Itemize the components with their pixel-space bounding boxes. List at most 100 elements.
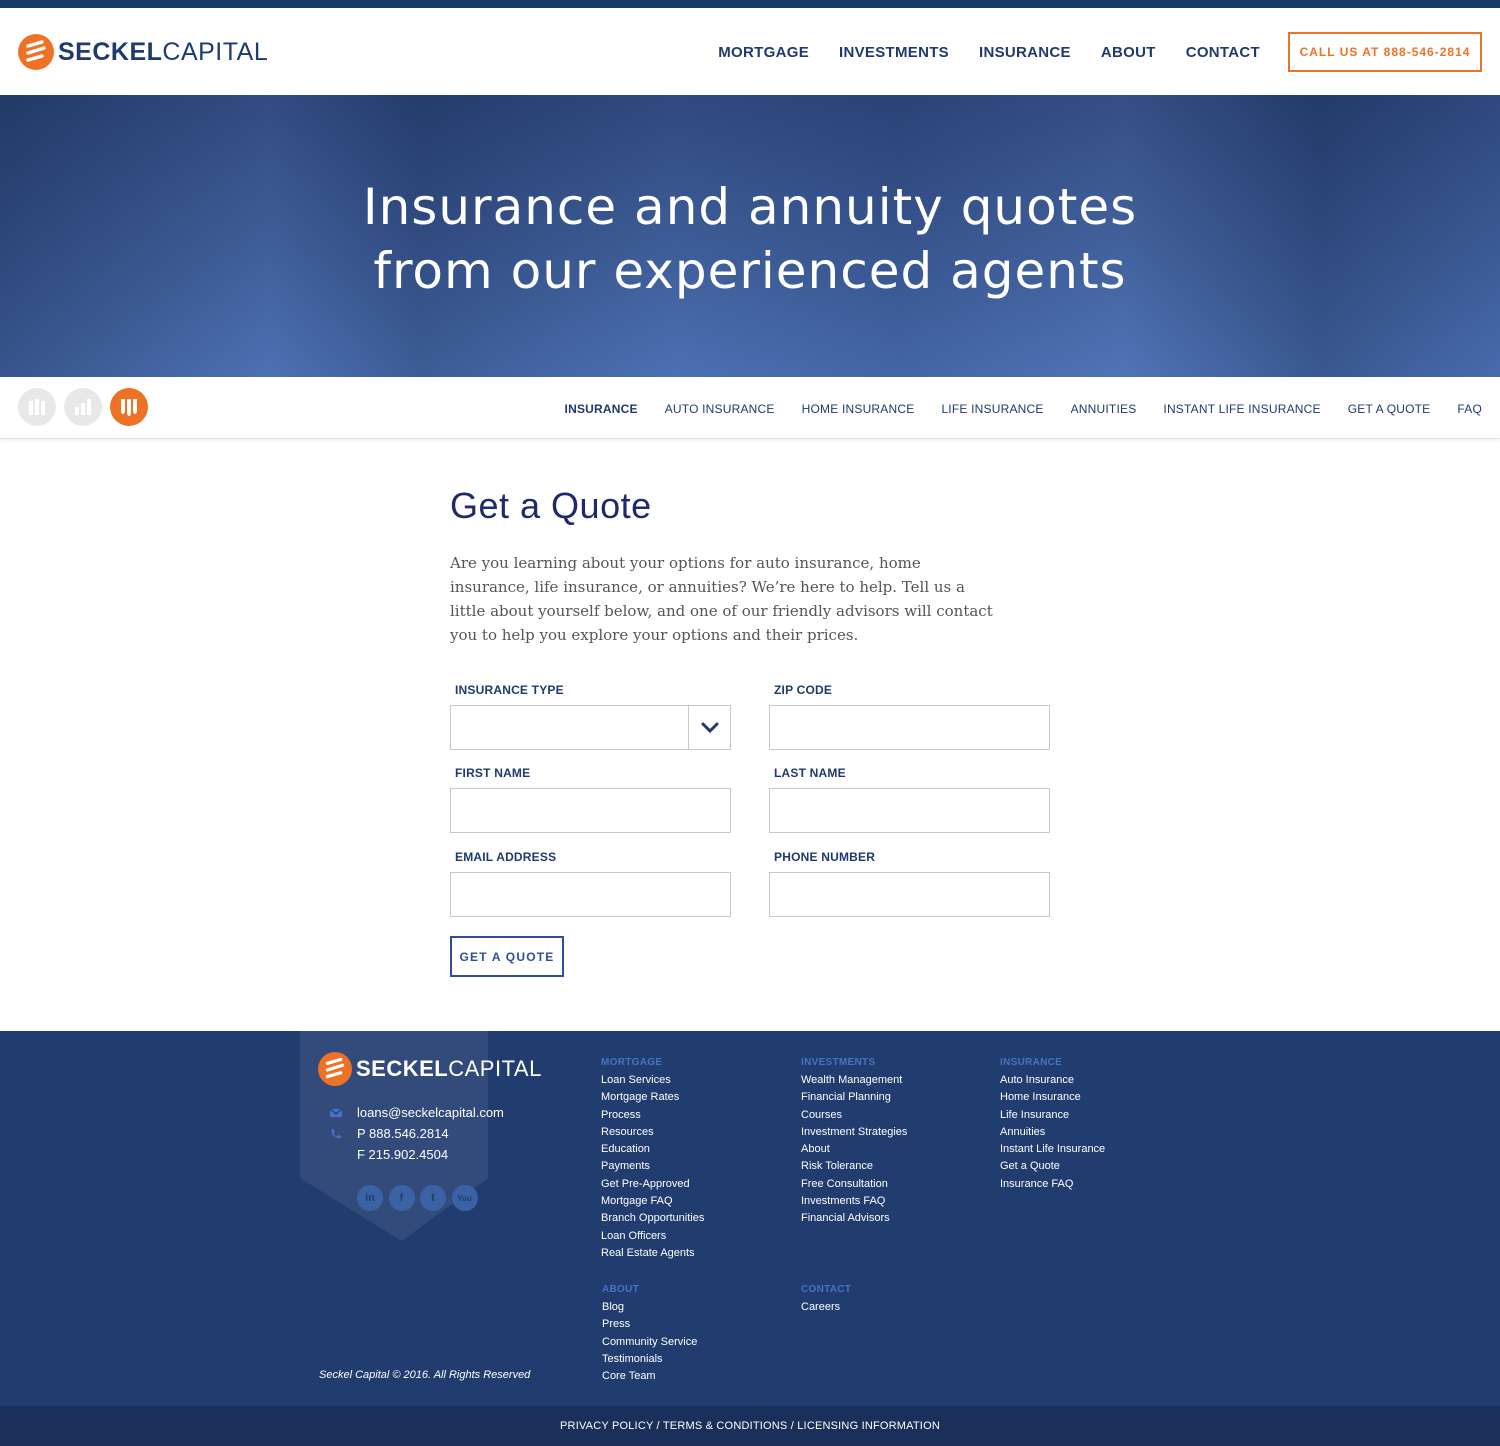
zip-code-input[interactable] bbox=[769, 705, 1050, 750]
footer-link[interactable]: Get a Quote bbox=[1000, 1158, 1105, 1175]
footer-link[interactable]: Careers bbox=[801, 1299, 851, 1316]
footer-col-about: ABOUT Blog Press Community Service Testi… bbox=[602, 1284, 697, 1385]
hero-headline: Insurance and annuity quotes from our exp… bbox=[362, 178, 1138, 300]
footer-link[interactable]: Home Insurance bbox=[1000, 1089, 1105, 1106]
footer-fax: F 215.902.4504 bbox=[357, 1147, 449, 1162]
logo-mark-icon bbox=[318, 1052, 352, 1086]
social-links: in f t You bbox=[357, 1185, 483, 1211]
footer-heading-about[interactable]: ABOUT bbox=[602, 1284, 697, 1295]
zip-code-label: ZIP CODE bbox=[774, 683, 833, 697]
footer-heading-investments[interactable]: INVESTMENTS bbox=[801, 1057, 907, 1068]
footer-link[interactable]: Courses bbox=[801, 1107, 907, 1124]
nav-investments[interactable]: INVESTMENTS bbox=[839, 44, 949, 61]
insurance-icon[interactable] bbox=[110, 388, 148, 426]
footer-link[interactable]: Financial Advisors bbox=[801, 1210, 907, 1227]
subnav-auto-insurance[interactable]: AUTO INSURANCE bbox=[665, 402, 775, 416]
footer-link[interactable]: Core Team bbox=[602, 1368, 697, 1385]
subnav-life-insurance[interactable]: LIFE INSURANCE bbox=[941, 402, 1043, 416]
phone-input[interactable] bbox=[769, 872, 1050, 917]
footer-email[interactable]: loans@seckelcapital.com bbox=[357, 1105, 504, 1120]
footer-link[interactable]: Annuities bbox=[1000, 1124, 1105, 1141]
subnav-get-a-quote[interactable]: GET A QUOTE bbox=[1348, 402, 1431, 416]
section-subnav: INSURANCE AUTO INSURANCE HOME INSURANCE … bbox=[0, 377, 1500, 439]
investments-icon[interactable] bbox=[64, 388, 102, 426]
footer-link[interactable]: Free Consultation bbox=[801, 1176, 907, 1193]
page-title: Get a Quote bbox=[450, 485, 652, 526]
main-content: Get a Quote Are you learning about your … bbox=[450, 485, 1050, 647]
nav-insurance[interactable]: INSURANCE bbox=[979, 44, 1071, 61]
footer-link[interactable]: About bbox=[801, 1141, 907, 1158]
footer-heading-contact[interactable]: CONTACT bbox=[801, 1284, 851, 1295]
get-quote-button[interactable]: GET A QUOTE bbox=[450, 936, 564, 977]
footer-link[interactable]: Real Estate Agents bbox=[601, 1245, 704, 1262]
footer-link[interactable]: Mortgage FAQ bbox=[601, 1193, 704, 1210]
nav-about[interactable]: ABOUT bbox=[1101, 44, 1156, 61]
twitter-icon[interactable]: t bbox=[420, 1185, 446, 1211]
footer-link[interactable]: Press bbox=[602, 1316, 697, 1333]
footer-link[interactable]: Resources bbox=[601, 1124, 704, 1141]
footer-col-investments: INVESTMENTS Wealth Management Financial … bbox=[801, 1057, 907, 1228]
footer-link[interactable]: Insurance FAQ bbox=[1000, 1176, 1105, 1193]
footer-col-insurance: INSURANCE Auto Insurance Home Insurance … bbox=[1000, 1057, 1105, 1193]
footer-link[interactable]: Risk Tolerance bbox=[801, 1158, 907, 1175]
subnav-insurance[interactable]: INSURANCE bbox=[565, 402, 638, 416]
hero-banner: Insurance and annuity quotes from our exp… bbox=[0, 95, 1500, 377]
mortgage-icon[interactable] bbox=[18, 388, 56, 426]
nav-contact[interactable]: CONTACT bbox=[1186, 44, 1260, 61]
footer-link[interactable]: Instant Life Insurance bbox=[1000, 1141, 1105, 1158]
footer-link[interactable]: Payments bbox=[601, 1158, 704, 1175]
subnav-menu: INSURANCE AUTO INSURANCE HOME INSURANCE … bbox=[538, 402, 1482, 416]
mail-icon bbox=[330, 1108, 342, 1117]
footer-link[interactable]: Wealth Management bbox=[801, 1072, 907, 1089]
email-label: EMAIL ADDRESS bbox=[455, 850, 557, 864]
last-name-label: LAST NAME bbox=[774, 766, 846, 780]
subnav-home-insurance[interactable]: HOME INSURANCE bbox=[802, 402, 915, 416]
subnav-instant-life-insurance[interactable]: INSTANT LIFE INSURANCE bbox=[1163, 402, 1320, 416]
site-logo[interactable]: SECKELCAPITAL bbox=[18, 34, 268, 70]
footer-link[interactable]: Auto Insurance bbox=[1000, 1072, 1105, 1089]
subnav-annuities[interactable]: ANNUITIES bbox=[1071, 402, 1137, 416]
footer-wordmark: SECKELCAPITAL bbox=[356, 1056, 542, 1081]
linkedin-icon[interactable]: in bbox=[357, 1185, 383, 1211]
phone-label: PHONE NUMBER bbox=[774, 850, 876, 864]
footer-phone[interactable]: P 888.546.2814 bbox=[357, 1126, 449, 1141]
footer-col-contact: CONTACT Careers bbox=[801, 1284, 851, 1316]
footer-link[interactable]: Life Insurance bbox=[1000, 1107, 1105, 1124]
insurance-type-label: INSURANCE TYPE bbox=[455, 683, 564, 697]
footer-link[interactable]: Get Pre-Approved bbox=[601, 1176, 704, 1193]
legal-links-bar[interactable]: PRIVACY POLICY / TERMS & CONDITIONS / LI… bbox=[0, 1406, 1500, 1446]
nav-mortgage[interactable]: MORTGAGE bbox=[718, 44, 809, 61]
footer-link[interactable]: Testimonials bbox=[602, 1351, 697, 1368]
chevron-down-icon[interactable] bbox=[688, 706, 730, 749]
footer-link[interactable]: Loan Officers bbox=[601, 1228, 704, 1245]
footer-link[interactable]: Branch Opportunities bbox=[601, 1210, 704, 1227]
copyright-text: Seckel Capital © 2016. All Rights Reserv… bbox=[319, 1369, 531, 1381]
call-us-button[interactable]: CALL US AT 888-546-2814 bbox=[1288, 32, 1482, 72]
youtube-icon[interactable]: You bbox=[451, 1185, 478, 1211]
footer-link[interactable]: Mortgage Rates bbox=[601, 1089, 704, 1106]
footer-link[interactable]: Loan Services bbox=[601, 1072, 704, 1089]
last-name-input[interactable] bbox=[769, 788, 1050, 833]
footer-link[interactable]: Financial Planning bbox=[801, 1089, 907, 1106]
footer-link[interactable]: Blog bbox=[602, 1299, 697, 1316]
footer-logo[interactable]: SECKELCAPITAL bbox=[318, 1051, 542, 1087]
footer-link[interactable]: Community Service bbox=[602, 1334, 697, 1351]
first-name-label: FIRST NAME bbox=[455, 766, 531, 780]
intro-paragraph: Are you learning about your options for … bbox=[450, 554, 993, 644]
footer-link[interactable]: Investments FAQ bbox=[801, 1193, 907, 1210]
logo-wordmark: SECKELCAPITAL bbox=[58, 38, 269, 66]
footer-link[interactable]: Investment Strategies bbox=[801, 1124, 907, 1141]
footer-col-mortgage: MORTGAGE Loan Services Mortgage Rates Pr… bbox=[601, 1057, 704, 1262]
logo-mark-icon bbox=[18, 34, 54, 70]
footer-link[interactable]: Education bbox=[601, 1141, 704, 1158]
footer-heading-insurance[interactable]: INSURANCE bbox=[1000, 1057, 1105, 1068]
site-header: SECKELCAPITAL MORTGAGE INVESTMENTS INSUR… bbox=[0, 8, 1500, 95]
primary-nav: MORTGAGE INVESTMENTS INSURANCE ABOUT CON… bbox=[688, 44, 1260, 61]
facebook-icon[interactable]: f bbox=[388, 1185, 415, 1211]
footer-link[interactable]: Process bbox=[601, 1107, 704, 1124]
subnav-faq[interactable]: FAQ bbox=[1457, 402, 1482, 416]
email-input[interactable] bbox=[450, 872, 731, 917]
footer-heading-mortgage[interactable]: MORTGAGE bbox=[601, 1057, 704, 1068]
first-name-input[interactable] bbox=[450, 788, 731, 833]
insurance-type-select[interactable] bbox=[450, 705, 731, 750]
